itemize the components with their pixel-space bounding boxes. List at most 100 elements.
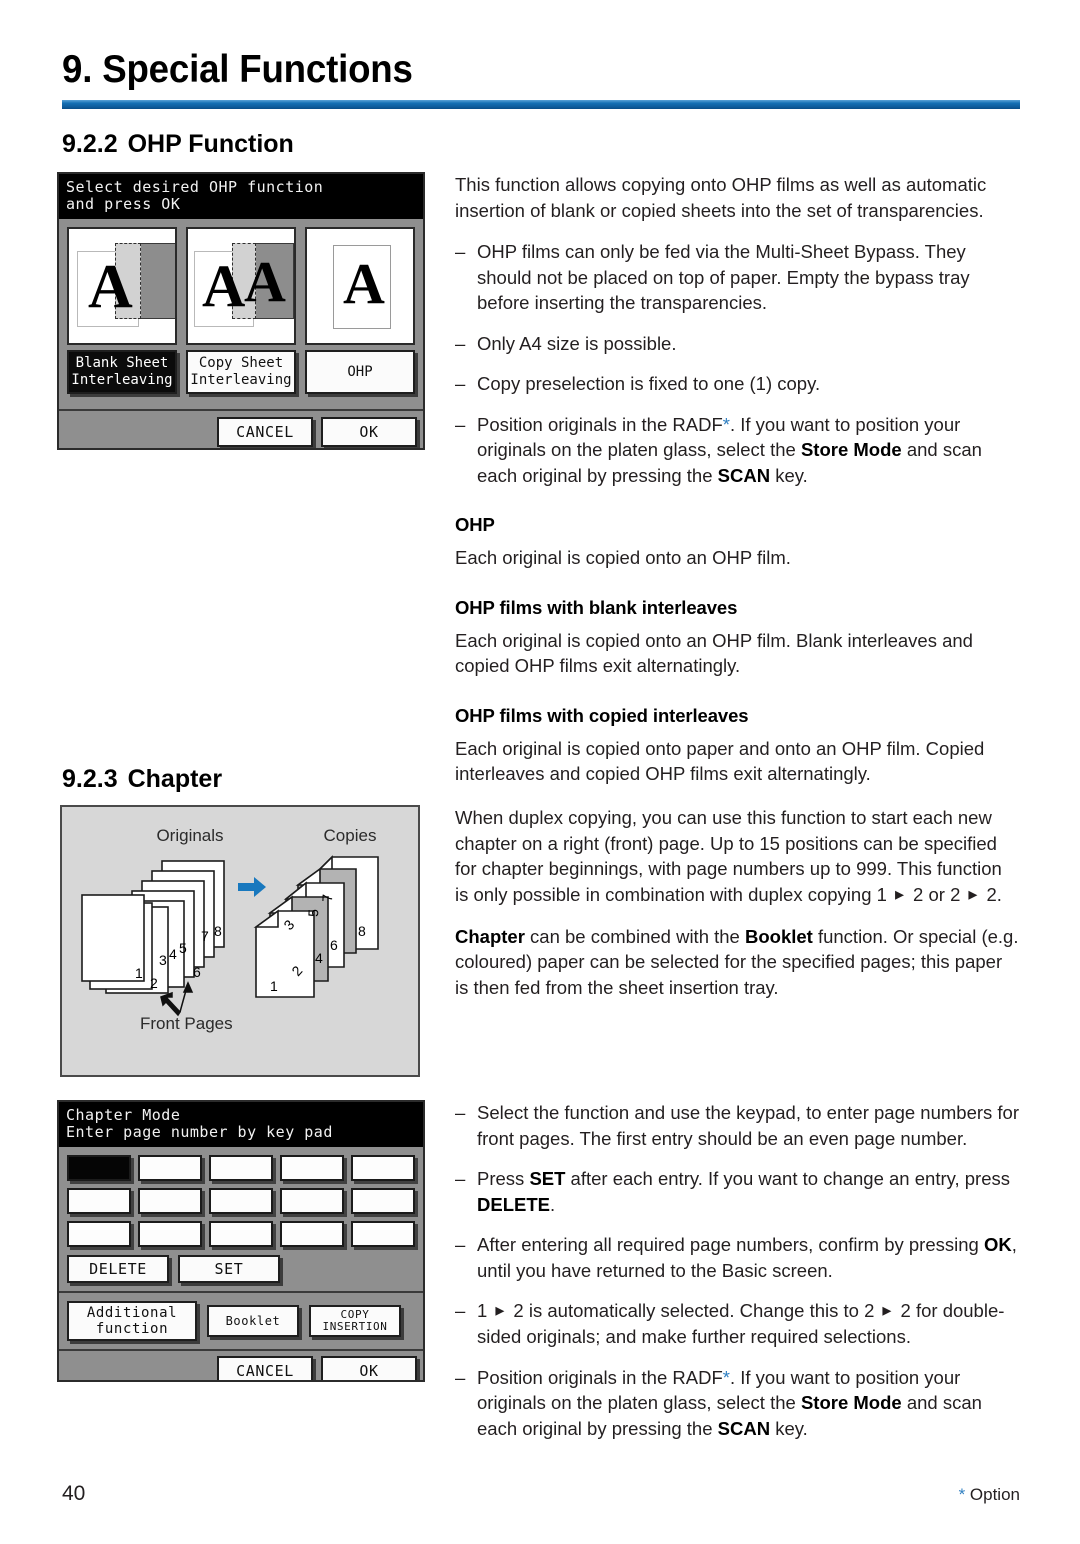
- chapter-page-field-12[interactable]: [138, 1221, 202, 1247]
- body-ohp: Each original is copied onto an OHP film…: [455, 547, 791, 568]
- section-number-chapter: 9.2.3: [62, 765, 118, 793]
- diagram-front-pages-label: Front Pages: [140, 1014, 233, 1033]
- chapter-page-field-4[interactable]: [280, 1155, 344, 1181]
- additional-function-button[interactable]: Additional function: [67, 1301, 197, 1341]
- ohp-radf-store-mode: Store Mode: [800, 439, 902, 460]
- chapter-page-field-6[interactable]: [67, 1188, 131, 1214]
- ohp-bullet-1-text: OHP films can only be fed via the Multi-…: [477, 241, 970, 313]
- svg-text:1: 1: [135, 965, 143, 981]
- ohp-text-column: This function allows copying onto OHP fi…: [455, 172, 1020, 803]
- ohp-radf-scan: SCAN: [717, 464, 771, 486]
- chapter-page-field-13[interactable]: [209, 1221, 273, 1247]
- svg-text:6: 6: [330, 937, 338, 953]
- chapter-cancel-button[interactable]: CANCEL: [217, 1356, 313, 1380]
- ohp-label-copy-sheet-line1: Copy Sheet: [198, 355, 284, 371]
- chapter-page-field-5[interactable]: [351, 1155, 415, 1181]
- chapter-b3-a: After entering all required page numbers…: [477, 1234, 984, 1255]
- ohp-thumb-blank-sheet: A: [67, 227, 177, 345]
- chapter-entry-buttons: DELETE SET: [67, 1255, 415, 1283]
- bullet-dash: –: [455, 373, 466, 394]
- ohp-panel-header: Select desired OHP function and press OK: [59, 174, 423, 219]
- svg-text:8: 8: [358, 923, 366, 939]
- bullet-dash: –: [455, 332, 466, 354]
- diagram-copies-label: Copies: [324, 826, 377, 845]
- chapter-page-field-1[interactable]: [67, 1155, 131, 1181]
- booklet-button[interactable]: Booklet: [207, 1305, 299, 1337]
- chapter-page-field-9[interactable]: [280, 1188, 344, 1214]
- ohp-label-ohp-line1: OHP: [347, 363, 373, 380]
- svg-text:4: 4: [169, 946, 177, 962]
- ohp-panel-body: A Blank Sheet Interleaving A A Copy Shee…: [59, 219, 423, 409]
- chapter-bullet-4: –1 ► 2 is automatically selected. Change…: [455, 1298, 1020, 1350]
- chapter-mode-lcd-screenshot: Chapter Mode Enter page number by key pa…: [57, 1100, 425, 1382]
- diagram-originals-label: Originals: [156, 826, 223, 845]
- copy-insertion-button[interactable]: COPY INSERTION: [309, 1305, 401, 1337]
- ohp-label-blank-sheet-line1: Blank Sheet: [75, 355, 169, 371]
- ohp-label-blank-sheet[interactable]: Blank Sheet Interleaving: [67, 350, 177, 394]
- section-title-ohp: OHP Function: [127, 130, 294, 158]
- chapter-p2-a: can be combined with the: [524, 925, 745, 947]
- bullet-dash: –: [455, 413, 466, 435]
- chapter-b4-a: 1: [477, 1300, 493, 1321]
- chapter-text-column: When duplex copying, you can use this fu…: [455, 805, 1020, 1016]
- additional-function-line2: function: [95, 1321, 169, 1337]
- ohp-option-copy-sheet[interactable]: A A Copy Sheet Interleaving: [186, 227, 296, 394]
- chapter-bullet-2: – Press SET after each entry. If you want…: [455, 1166, 1020, 1217]
- title-rule: [62, 100, 1020, 109]
- ohp-label-copy-sheet-line2: Interleaving: [190, 372, 292, 388]
- chapter-b5-d: key.: [770, 1417, 808, 1439]
- chapter-panel-footer: CANCEL OK: [59, 1349, 423, 1380]
- svg-text:7: 7: [201, 928, 209, 944]
- bullet-dash: –: [455, 1366, 466, 1388]
- subhead-ohp: OHP: [455, 514, 495, 535]
- ohp-bullet-3-text: Copy preselection is fixed to one (1) co…: [477, 373, 821, 394]
- svg-text:5: 5: [179, 940, 187, 956]
- ohp-intro-paragraph: This function allows copying onto OHP fi…: [455, 174, 987, 221]
- page-number: 40: [62, 1482, 86, 1505]
- chapter-bullet-1-text: Select the function and use the keypad, …: [477, 1102, 1019, 1149]
- chapter-page-field-14[interactable]: [280, 1221, 344, 1247]
- ohp-ok-button[interactable]: OK: [321, 417, 417, 447]
- chapter-diagram-svg: Originals Copies 1 2 3 4 5 6 7 8 Front P…: [81, 826, 379, 1033]
- chapter-bullet-5: – Position originals in the RADF*. If you…: [455, 1365, 1020, 1442]
- ohp-label-ohp[interactable]: OHP: [305, 350, 415, 394]
- chapter-function-buttons: Additional function Booklet COPY INSERTI…: [59, 1291, 423, 1349]
- ohp-label-copy-sheet[interactable]: Copy Sheet Interleaving: [186, 350, 296, 394]
- chapter-page-field-8[interactable]: [209, 1188, 273, 1214]
- option-star-icon: *: [722, 413, 730, 435]
- chapter-bullet-3: – After entering all required page number…: [455, 1232, 1020, 1283]
- ohp-thumb-ohp: A: [305, 227, 415, 345]
- ohp-radf-a: Position originals in the RADF: [477, 413, 723, 435]
- page-title: 9. Special Functions: [62, 48, 413, 91]
- svg-text:2: 2: [150, 975, 158, 991]
- section-heading-ohp: 9.2.2 OHP Function: [62, 130, 294, 159]
- svg-text:5: 5: [305, 909, 321, 918]
- chapter-page-field-7[interactable]: [138, 1188, 202, 1214]
- chapter-b3-ok: OK: [983, 1234, 1012, 1255]
- ohp-panel-header-line1: Select desired OHP function: [66, 178, 324, 196]
- chapter-b5-store-mode: Store Mode: [800, 1392, 902, 1413]
- right-triangle-icon: ►: [892, 886, 908, 903]
- chapter-panel-header-line2: Enter page number by key pad: [66, 1123, 333, 1141]
- ohp-panel-footer: CANCEL OK: [59, 409, 423, 448]
- chapter-delete-button[interactable]: DELETE: [67, 1255, 169, 1283]
- chapter-b5-scan: SCAN: [717, 1417, 771, 1439]
- chapter-bold-chapter: Chapter: [455, 925, 525, 947]
- chapter-page-field-2[interactable]: [138, 1155, 202, 1181]
- chapter-page-field-11[interactable]: [67, 1221, 131, 1247]
- chapter-b4-b: 2 is automatically selected. Change this…: [508, 1300, 880, 1321]
- chapter-ok-button[interactable]: OK: [321, 1356, 417, 1380]
- chapter-instructions-column: – Select the function and use the keypad…: [455, 1100, 1020, 1456]
- chapter-page-field-10[interactable]: [351, 1188, 415, 1214]
- chapter-page-field-3[interactable]: [209, 1155, 273, 1181]
- ohp-cancel-button[interactable]: CANCEL: [217, 417, 313, 447]
- ohp-bullet-radf: – Position originals in the RADF*. If you…: [455, 412, 1020, 489]
- ohp-option-blank-sheet[interactable]: A Blank Sheet Interleaving: [67, 227, 177, 394]
- chapter-page-field-15[interactable]: [351, 1221, 415, 1247]
- chapter-keypad-grid: [67, 1155, 415, 1247]
- ohp-option-ohp[interactable]: A OHP: [305, 227, 415, 394]
- chapter-b2-set: SET: [529, 1168, 566, 1189]
- chapter-set-button[interactable]: SET: [178, 1255, 280, 1283]
- manual-page: 9. Special Functions 9.2.2 OHP Function 9…: [0, 0, 1080, 1544]
- section-title-chapter: Chapter: [127, 765, 223, 793]
